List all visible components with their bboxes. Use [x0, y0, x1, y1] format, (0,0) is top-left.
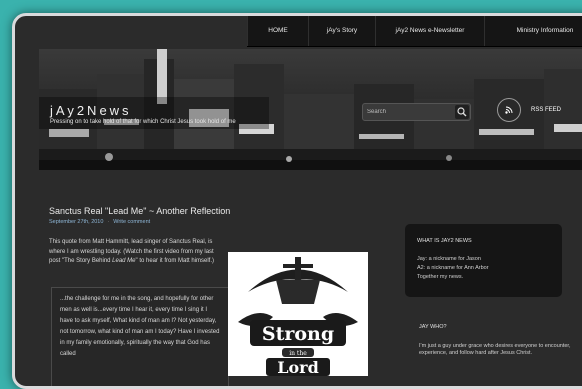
- nav-home[interactable]: HOME: [247, 16, 308, 46]
- meta-separator: ·: [107, 219, 110, 225]
- main-nav: HOME jAy's Story jAy2 News e-Newsletter …: [247, 16, 582, 47]
- what-is-jay2-news-widget: WHAT IS JAY2 NEWS Jay: a nickname for Ja…: [405, 224, 562, 297]
- quote-text: ...the challenge for me in the song, and…: [60, 296, 220, 357]
- widget-line: Together my news.: [417, 274, 464, 280]
- nav-ministry-information[interactable]: Ministry Information: [484, 16, 582, 46]
- nav-e-newsletter[interactable]: jAy2 News e-Newsletter: [375, 16, 484, 46]
- intro-text-end: " to hear it from Matt himself.): [135, 258, 215, 265]
- blockquote: ...the challenge for me in the song, and…: [51, 287, 229, 386]
- search-box: [362, 103, 471, 121]
- site-title[interactable]: jAy2News: [50, 103, 132, 118]
- main-content: Sanctus Real "Lead Me" ~ Another Reflect…: [39, 176, 582, 386]
- magnifier-icon: [457, 107, 467, 117]
- search-button[interactable]: [455, 105, 469, 119]
- emblem-words-in-the: in the: [289, 350, 307, 357]
- post-date: September 27th, 2010: [49, 219, 104, 225]
- post-title[interactable]: Sanctus Real "Lead Me" ~ Another Reflect…: [49, 206, 230, 216]
- search-input[interactable]: [367, 105, 447, 118]
- nav-jays-story[interactable]: jAy's Story: [308, 16, 375, 46]
- rss-feed-link[interactable]: RSS FEED: [531, 107, 561, 113]
- post-intro: This quote from Matt Hammitt, lead singe…: [49, 238, 221, 267]
- widget-line: Jay: a nickname for Jason: [417, 256, 481, 262]
- jay-who-text: I'm just a guy under grace who desires e…: [419, 343, 571, 356]
- browser-frame: HOME jAy's Story jAy2 News e-Newsletter …: [12, 13, 582, 389]
- intro-italic-title: Lead Me: [112, 258, 136, 265]
- post-meta: September 27th, 2010 · Write comment: [49, 219, 150, 225]
- site-header: jAy2News Pressing on to take hold of tha…: [39, 49, 582, 170]
- widget-line: A2: a nickname for Ann Arbor: [417, 265, 489, 271]
- site-tagline: Pressing on to take hold of that for whi…: [50, 119, 236, 125]
- emblem-word-lord: Lord: [277, 358, 319, 376]
- widget-title: WHAT IS JAY2 NEWS: [417, 238, 472, 244]
- jay-who-heading: JAY WHO?: [419, 324, 447, 330]
- write-comment-link[interactable]: Write comment: [113, 219, 150, 225]
- emblem-graphic: Strong in the Lord: [228, 252, 368, 377]
- strong-in-the-lord-image: Strong in the Lord: [228, 252, 368, 377]
- emblem-word-strong: Strong: [262, 323, 334, 345]
- rss-icon: [505, 106, 513, 114]
- rss-button[interactable]: [497, 98, 521, 122]
